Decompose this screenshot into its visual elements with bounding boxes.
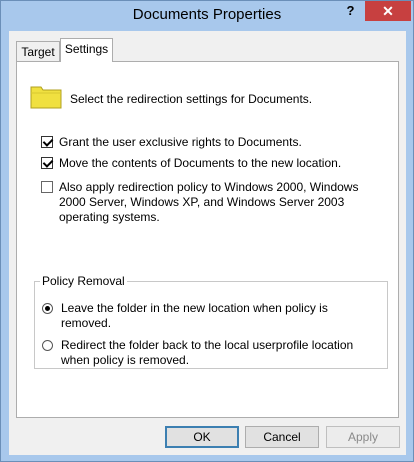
- page-heading: Select the redirection settings for Docu…: [70, 92, 313, 106]
- legacy-os-option[interactable]: Also apply redirection policy to Windows…: [41, 180, 387, 225]
- folder-icon: [30, 86, 62, 109]
- policy-removal-group: Policy Removal Leave the folder in the n…: [34, 274, 388, 369]
- exclusive-rights-label: Grant the user exclusive rights to Docum…: [59, 135, 302, 149]
- leave-folder-label: Leave the folder in the new location whe…: [61, 301, 328, 330]
- close-button[interactable]: ✕: [365, 1, 411, 21]
- redirect-back-option[interactable]: Redirect the folder back to the local us…: [42, 338, 378, 368]
- redirect-back-radio[interactable]: [42, 340, 53, 351]
- exclusive-rights-checkbox[interactable]: [41, 136, 53, 148]
- redirect-back-label: Redirect the folder back to the local us…: [61, 338, 354, 367]
- tab-settings[interactable]: Settings: [60, 38, 113, 62]
- apply-button[interactable]: Apply: [326, 426, 400, 448]
- move-contents-option[interactable]: Move the contents of Documents to the ne…: [41, 156, 381, 171]
- title-bar[interactable]: Documents Properties ? ✕: [1, 1, 413, 31]
- exclusive-rights-option[interactable]: Grant the user exclusive rights to Docum…: [41, 135, 381, 150]
- leave-folder-radio[interactable]: [42, 303, 53, 314]
- move-contents-label: Move the contents of Documents to the ne…: [59, 156, 342, 170]
- legacy-os-checkbox[interactable]: [41, 181, 53, 193]
- leave-folder-option[interactable]: Leave the folder in the new location whe…: [42, 301, 372, 331]
- properties-window: Documents Properties ? ✕ Target Settings…: [0, 0, 414, 462]
- tab-target[interactable]: Target: [16, 41, 60, 61]
- legacy-os-label: Also apply redirection policy to Windows…: [59, 180, 359, 224]
- settings-page: Select the redirection settings for Docu…: [16, 61, 399, 418]
- ok-button[interactable]: OK: [165, 426, 239, 448]
- help-button[interactable]: ?: [337, 1, 364, 21]
- cancel-button[interactable]: Cancel: [245, 426, 319, 448]
- dialog-body: Target Settings Select the redirection s…: [9, 31, 406, 455]
- move-contents-checkbox[interactable]: [41, 157, 53, 169]
- policy-removal-legend: Policy Removal: [40, 274, 127, 288]
